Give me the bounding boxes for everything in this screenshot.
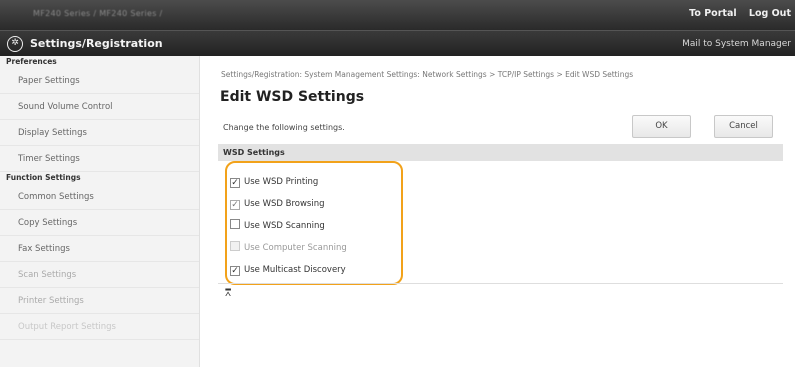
breadcrumb: Settings/Registration: System Management…	[221, 70, 634, 79]
header-bar: ✲ Settings/Registration Mail to System M…	[0, 30, 795, 56]
sidebar-item-display-settings[interactable]: Display Settings	[0, 120, 199, 146]
divider	[218, 283, 783, 284]
back-to-top-icon[interactable]: ⩞	[225, 288, 231, 299]
sidebar-item-common-settings[interactable]: Common Settings	[0, 184, 199, 210]
sidebar-item-fax-settings[interactable]: Fax Settings	[0, 236, 199, 262]
page-header-title: Settings/Registration	[30, 37, 163, 50]
sidebar-item-output-report-settings[interactable]: Output Report Settings	[0, 314, 199, 340]
sidebar-item-paper-settings[interactable]: Paper Settings	[0, 68, 199, 94]
sidebar-item-timer-settings[interactable]: Timer Settings	[0, 146, 199, 172]
options-highlight-frame	[225, 161, 403, 285]
section-header-wsd-settings: WSD Settings	[218, 144, 783, 161]
top-links: To Portal Log Out	[680, 8, 791, 19]
sidebar: Preferences Paper Settings Sound Volume …	[0, 56, 200, 367]
sidebar-item-sound-volume-control[interactable]: Sound Volume Control	[0, 94, 199, 120]
sidebar-group-function-settings: Function Settings	[6, 173, 81, 182]
log-out-link[interactable]: Log Out	[749, 8, 791, 19]
device-name: MF240 Series / MF240 Series /	[33, 9, 163, 18]
ok-button[interactable]: OK	[632, 115, 691, 138]
page-title: Edit WSD Settings	[220, 89, 365, 105]
sidebar-item-copy-settings[interactable]: Copy Settings	[0, 210, 199, 236]
top-bar: MF240 Series / MF240 Series / To Portal …	[0, 0, 795, 30]
mail-to-system-manager-link[interactable]: Mail to System Manager	[682, 39, 791, 49]
sidebar-item-scan-settings[interactable]: Scan Settings	[0, 262, 199, 288]
cancel-button[interactable]: Cancel	[714, 115, 773, 138]
sidebar-group-preferences: Preferences	[6, 57, 57, 66]
instruction-text: Change the following settings.	[223, 123, 345, 132]
settings-registration-icon: ✲	[7, 36, 23, 52]
sidebar-item-printer-settings[interactable]: Printer Settings	[0, 288, 199, 314]
to-portal-link[interactable]: To Portal	[689, 8, 736, 19]
